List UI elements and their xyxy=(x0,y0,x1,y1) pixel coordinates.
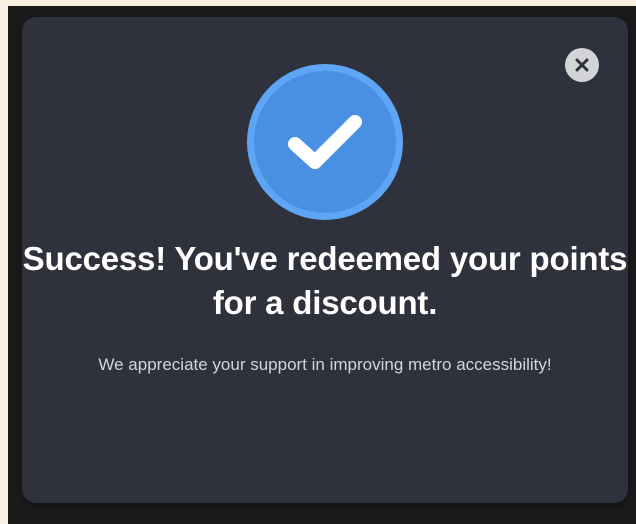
checkmark-icon xyxy=(285,110,365,174)
success-badge xyxy=(247,64,403,220)
close-icon xyxy=(575,58,589,72)
close-button[interactable] xyxy=(565,48,599,82)
success-message: We appreciate your support in improving … xyxy=(98,355,552,374)
success-title: Success! You've redeemed your points for… xyxy=(22,240,628,321)
success-dialog: Success! You've redeemed your points for… xyxy=(22,17,628,503)
